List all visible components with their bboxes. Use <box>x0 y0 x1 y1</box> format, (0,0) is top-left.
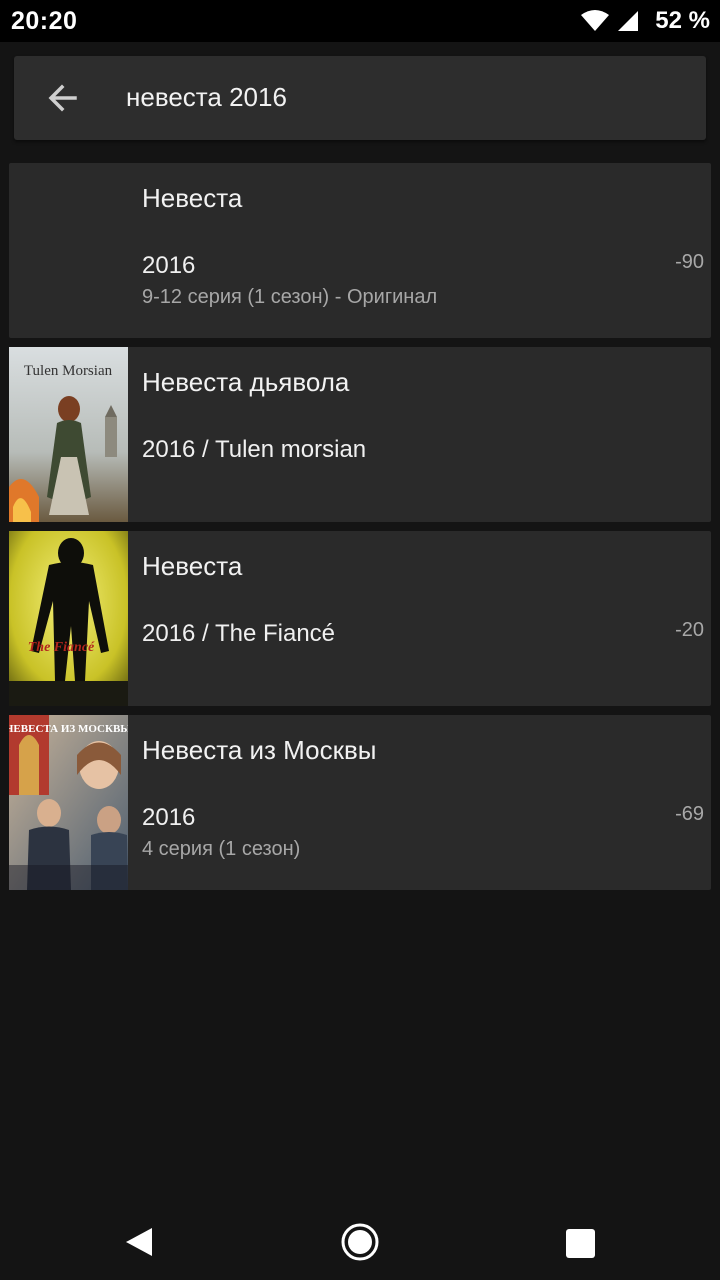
poster-image: The Fiancé <box>9 531 128 706</box>
square-recents-icon[interactable] <box>566 1229 595 1258</box>
result-item[interactable]: НЕВЕСТА ИЗ МОСКВЫ Невеста из Москвы 2016… <box>9 715 711 890</box>
result-title: Невеста из Москвы <box>142 735 377 765</box>
poster-caption: The Fiancé <box>28 640 95 655</box>
circle-home-icon[interactable] <box>340 1222 380 1262</box>
result-title: Невеста <box>142 551 243 581</box>
triangle-back-icon[interactable] <box>124 1226 156 1258</box>
result-year: 2016 / Tulen morsian <box>142 436 367 463</box>
poster-image: НЕВЕСТА ИЗ МОСКВЫ <box>9 715 128 890</box>
signal-icon <box>618 11 639 31</box>
result-year: 2016 <box>142 252 196 279</box>
poster-image: Tulen Morsian <box>9 347 128 522</box>
search-bar: невеста 2016 <box>14 56 706 140</box>
result-item[interactable]: Невеста 2016 9-12 серия (1 сезон) - Ориг… <box>9 163 711 338</box>
result-title: Невеста дьявола <box>142 367 350 397</box>
result-item[interactable]: The Fiancé Невеста 2016 / The Fiancé -20 <box>9 531 711 706</box>
result-score: -90 <box>675 251 704 273</box>
poster-caption: Tulen Morsian <box>24 363 113 379</box>
results-list: Невеста 2016 9-12 серия (1 сезон) - Ориг… <box>9 163 711 899</box>
result-year: 2016 / The Fiancé <box>142 620 336 647</box>
result-year: 2016 <box>142 804 196 831</box>
result-score: -69 <box>675 803 704 825</box>
navigation-bar <box>0 1200 720 1280</box>
poster-caption: НЕВЕСТА ИЗ МОСКВЫ <box>9 723 128 735</box>
back-button[interactable] <box>44 80 80 116</box>
result-title: Невеста <box>142 183 243 213</box>
status-time: 20:20 <box>11 7 78 35</box>
status-bar: 20:20 52 % <box>0 0 720 42</box>
status-icons: 52 % <box>581 6 710 36</box>
wifi-icon <box>581 10 610 31</box>
result-score: -20 <box>675 619 704 641</box>
search-input[interactable]: невеста 2016 <box>126 82 287 113</box>
result-item[interactable]: Tulen Morsian Невеста дьявола 2016 / Tul… <box>9 347 711 522</box>
result-subtitle: 9-12 серия (1 сезон) - Оригинал <box>142 286 438 308</box>
arrow-left-icon <box>48 84 77 112</box>
result-subtitle: 4 серия (1 сезон) <box>142 838 301 860</box>
battery-percent: 52 % <box>655 7 710 34</box>
